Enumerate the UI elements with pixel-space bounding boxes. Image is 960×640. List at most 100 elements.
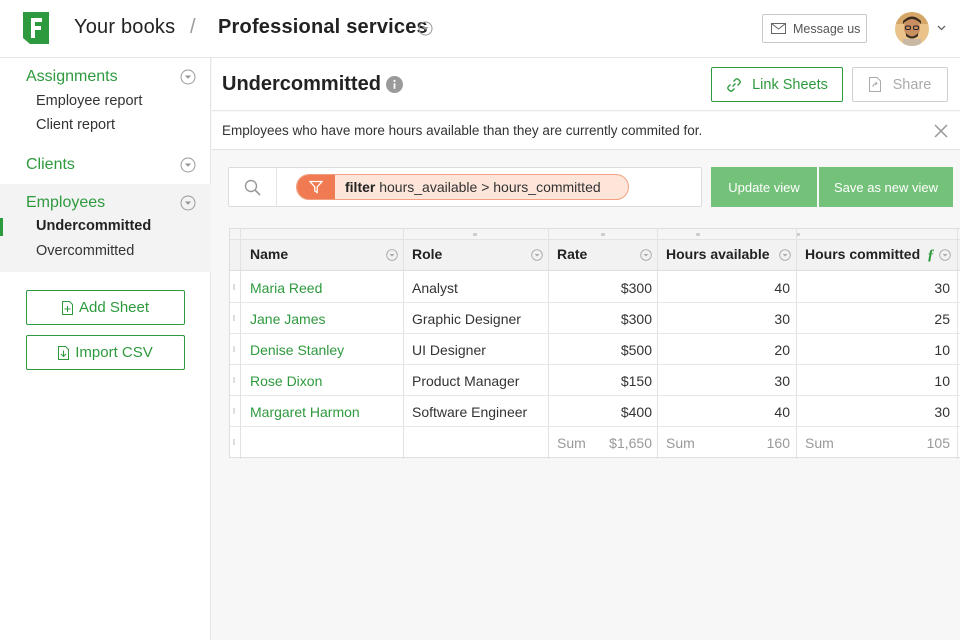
cell-hours-available[interactable]: 20 bbox=[666, 342, 790, 358]
sidebar-group-employees[interactable]: Employees bbox=[26, 194, 105, 212]
cell-rate[interactable]: $300 bbox=[557, 280, 652, 296]
chevron-down-icon[interactable] bbox=[531, 249, 543, 261]
cell-role[interactable]: Analyst bbox=[412, 280, 458, 296]
cell-rate[interactable]: $150 bbox=[557, 373, 652, 389]
column-handle-strip bbox=[230, 229, 960, 239]
user-avatar[interactable] bbox=[895, 12, 929, 46]
table-row[interactable]: Rose Dixon Product Manager $150 30 10 bbox=[230, 365, 960, 396]
search-icon-cell bbox=[229, 168, 277, 206]
table-row[interactable]: Maria Reed Analyst $300 40 30 bbox=[230, 272, 960, 303]
message-us-button[interactable]: Message us bbox=[762, 14, 867, 43]
save-as-new-view-button[interactable]: Save as new view bbox=[819, 167, 953, 207]
cell-name[interactable]: Denise Stanley bbox=[250, 342, 344, 358]
chevron-down-icon[interactable] bbox=[640, 249, 652, 261]
breadcrumb-separator: / bbox=[190, 16, 196, 38]
cell-name[interactable]: Rose Dixon bbox=[250, 373, 322, 389]
row-drag-handle[interactable] bbox=[233, 377, 235, 383]
chevron-down-icon[interactable] bbox=[180, 195, 196, 211]
user-menu-caret-icon[interactable] bbox=[937, 25, 946, 31]
cell-role[interactable]: Graphic Designer bbox=[412, 311, 521, 327]
column-drag-handle[interactable] bbox=[473, 233, 477, 236]
table-row[interactable]: Denise Stanley UI Designer $500 20 10 bbox=[230, 334, 960, 365]
column-header-rate[interactable]: Rate bbox=[557, 246, 587, 262]
cell-role[interactable]: Software Engineer bbox=[412, 404, 527, 420]
top-bar: Your books / Professional services Messa… bbox=[0, 0, 960, 58]
active-item-indicator bbox=[0, 218, 3, 236]
close-icon[interactable] bbox=[934, 124, 948, 138]
row-drag-handle[interactable] bbox=[233, 408, 235, 414]
cell-rate[interactable]: $400 bbox=[557, 404, 652, 420]
chevron-down-icon[interactable] bbox=[180, 157, 196, 173]
filter-pill[interactable]: filter hours_available > hours_committed bbox=[296, 174, 629, 200]
funnel-icon bbox=[297, 175, 335, 199]
row-drag-handle bbox=[233, 439, 235, 445]
cell-hours-committed[interactable]: 10 bbox=[805, 373, 950, 389]
data-table: Name Role Rate Hours available Hours com… bbox=[229, 228, 960, 459]
cell-hours-available[interactable]: 40 bbox=[666, 280, 790, 296]
filter-search-box[interactable]: filter hours_available > hours_committed bbox=[228, 167, 702, 207]
update-view-button[interactable]: Update view bbox=[711, 167, 817, 207]
chevron-down-icon[interactable] bbox=[939, 249, 951, 261]
sum-hours-available: 160 bbox=[766, 435, 790, 451]
import-file-icon bbox=[58, 345, 70, 360]
app-logo-icon[interactable] bbox=[23, 12, 49, 44]
cell-rate[interactable]: $300 bbox=[557, 311, 652, 327]
workspace-title[interactable]: Professional services bbox=[218, 16, 428, 39]
cell-rate[interactable]: $500 bbox=[557, 342, 652, 358]
filter-expression-text: hours_available > hours_committed bbox=[379, 179, 601, 195]
link-icon bbox=[727, 77, 742, 92]
chevron-down-icon[interactable] bbox=[386, 249, 398, 261]
sidebar-group-clients[interactable]: Clients bbox=[26, 156, 75, 174]
row-drag-handle[interactable] bbox=[233, 284, 235, 290]
chevron-down-icon[interactable] bbox=[418, 21, 433, 36]
formula-icon[interactable]: ƒ bbox=[927, 247, 935, 264]
sheet-title: Undercommitted bbox=[222, 73, 381, 95]
table-row[interactable]: Jane James Graphic Designer $300 30 25 bbox=[230, 303, 960, 334]
cell-hours-available[interactable]: 30 bbox=[666, 373, 790, 389]
add-sheet-icon bbox=[61, 300, 73, 315]
link-sheets-button[interactable]: Link Sheets bbox=[711, 67, 843, 102]
column-drag-handle[interactable] bbox=[696, 233, 700, 236]
cell-hours-committed[interactable]: 10 bbox=[805, 342, 950, 358]
sidebar-item-overcommitted[interactable]: Overcommitted bbox=[36, 243, 134, 259]
cell-role[interactable]: UI Designer bbox=[412, 342, 486, 358]
sidebar-group-assignments[interactable]: Assignments bbox=[26, 68, 118, 86]
share-button[interactable]: Share bbox=[852, 67, 948, 102]
column-drag-handle[interactable] bbox=[601, 233, 605, 236]
cell-hours-committed[interactable]: 25 bbox=[805, 311, 950, 327]
avatar-image bbox=[895, 12, 929, 46]
cell-name[interactable]: Jane James bbox=[250, 311, 325, 327]
sidebar-item-employee-report[interactable]: Employee report bbox=[36, 93, 142, 109]
cell-name[interactable]: Maria Reed bbox=[250, 280, 322, 296]
import-csv-label: Import CSV bbox=[75, 344, 153, 361]
breadcrumb-books[interactable]: Your books bbox=[74, 16, 175, 39]
column-header-hours-available[interactable]: Hours available bbox=[666, 246, 770, 262]
cell-name[interactable]: Margaret Harmon bbox=[250, 404, 360, 420]
message-us-label: Message us bbox=[793, 21, 861, 36]
info-icon[interactable] bbox=[386, 76, 403, 93]
cell-hours-committed[interactable]: 30 bbox=[805, 280, 950, 296]
search-icon bbox=[244, 179, 261, 196]
add-sheet-button[interactable]: Add Sheet bbox=[26, 290, 185, 325]
chevron-down-icon[interactable] bbox=[779, 249, 791, 261]
import-csv-button[interactable]: Import CSV bbox=[26, 335, 185, 370]
row-drag-handle[interactable] bbox=[233, 346, 235, 352]
cell-hours-available[interactable]: 30 bbox=[666, 311, 790, 327]
sum-rate: $1,650 bbox=[609, 435, 652, 451]
sidebar-item-client-report[interactable]: Client report bbox=[36, 117, 115, 133]
row-drag-handle[interactable] bbox=[233, 315, 235, 321]
column-header-hours-committed[interactable]: Hours committed bbox=[805, 246, 920, 262]
sheet-description-bar: Employees who have more hours available … bbox=[212, 112, 960, 150]
cell-hours-committed[interactable]: 30 bbox=[805, 404, 950, 420]
chevron-down-icon[interactable] bbox=[180, 69, 196, 85]
cell-role[interactable]: Product Manager bbox=[412, 373, 519, 389]
sum-hours-committed: 105 bbox=[926, 435, 950, 451]
sidebar-item-undercommitted[interactable]: Undercommitted bbox=[36, 218, 151, 234]
cell-hours-available[interactable]: 40 bbox=[666, 404, 790, 420]
share-label: Share bbox=[892, 76, 932, 93]
table-summary-row: Sum $1,650 Sum 160 Sum 105 bbox=[230, 427, 960, 458]
table-row[interactable]: Margaret Harmon Software Engineer $400 4… bbox=[230, 396, 960, 427]
column-header-name[interactable]: Name bbox=[250, 246, 288, 262]
column-header-role[interactable]: Role bbox=[412, 246, 442, 262]
mail-icon bbox=[771, 23, 786, 34]
